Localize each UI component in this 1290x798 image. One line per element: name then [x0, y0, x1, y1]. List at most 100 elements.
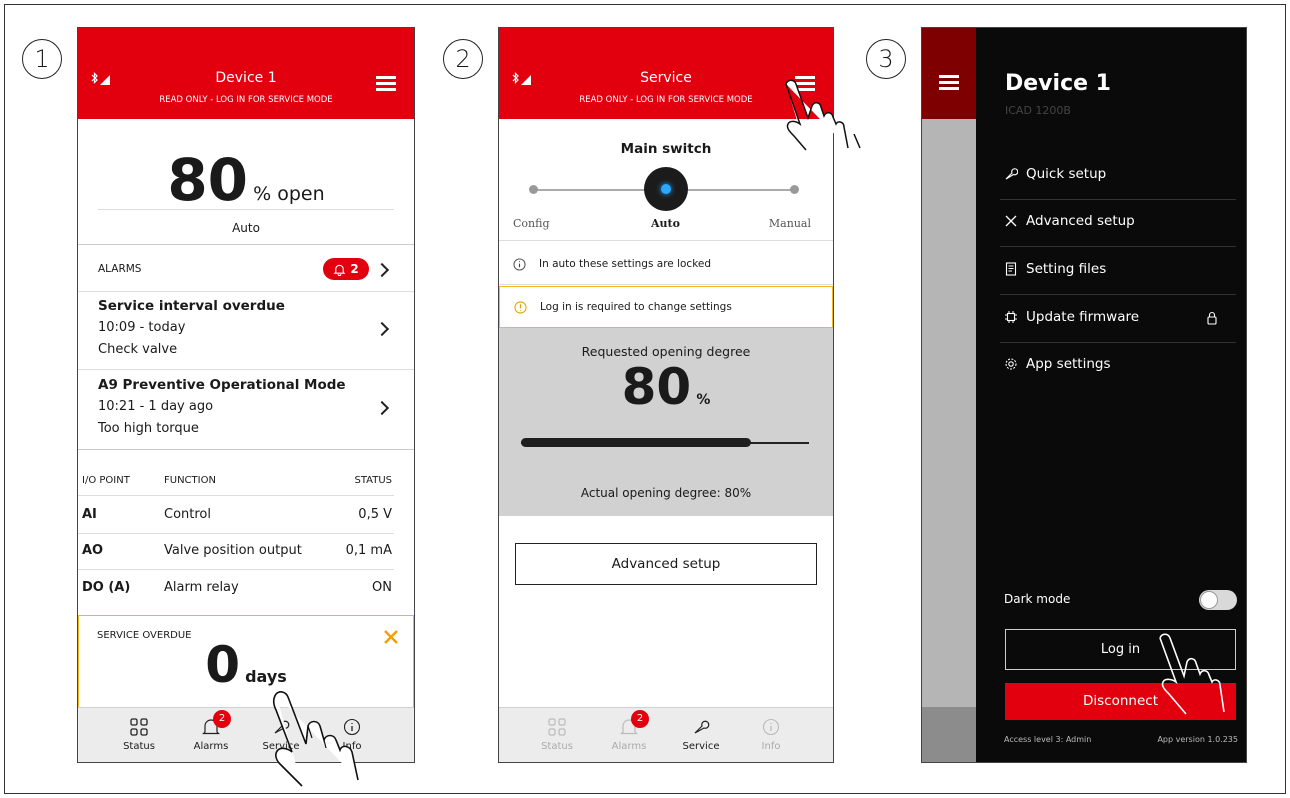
divider [78, 369, 414, 370]
chip-icon [1005, 311, 1017, 323]
tab-label: Alarms [193, 741, 229, 752]
chevron-right-icon[interactable] [374, 262, 390, 278]
tab-status[interactable]: Status [527, 716, 587, 752]
opening-readout: 80 % open [78, 146, 414, 214]
divider [78, 495, 394, 496]
strip-footer [922, 707, 976, 762]
switch-option-manual[interactable]: Manual [769, 217, 811, 230]
menu-item-app-settings[interactable]: App settings [1004, 356, 1111, 372]
io-point: AO [82, 543, 104, 558]
document-icon [1005, 262, 1017, 276]
divider [78, 244, 414, 245]
io-status: ON [372, 580, 392, 595]
io-point: DO (A) [82, 580, 131, 595]
service-days-value: 0 [205, 636, 240, 694]
menu-item-label: App settings [1026, 356, 1111, 372]
grid-icon [548, 718, 566, 736]
lock-icon [1207, 311, 1217, 325]
alarm-time: 10:21 - 1 day ago [98, 399, 214, 414]
tab-alarms[interactable]: Alarms 2 [181, 710, 241, 752]
opening-unit: % open [253, 183, 325, 205]
slider-stop-manual[interactable] [790, 185, 799, 194]
alarms-label: ALARMS [98, 263, 142, 275]
switch-option-config[interactable]: Config [513, 217, 550, 230]
switch-option-auto[interactable]: Auto [651, 217, 680, 230]
hand-pointer-icon [1159, 633, 1225, 715]
opening-progress-fill [521, 438, 752, 447]
access-level-label: Access level 3: Admin [1004, 735, 1092, 744]
dark-mode-toggle[interactable] [1199, 590, 1237, 610]
tab-alarms[interactable]: Alarms 2 [599, 710, 659, 752]
menu-item-setting-files[interactable]: Setting files [1004, 261, 1106, 277]
alarm-count: 2 [350, 262, 359, 276]
grid-icon [130, 718, 148, 736]
phone-screen-status: Device 1 READ ONLY - LOG IN FOR SERVICE … [77, 27, 415, 763]
tab-label: Info [761, 741, 781, 752]
alarm-badge: 2 [213, 710, 231, 728]
tab-label: Status [123, 741, 155, 752]
menu-item-label: Advanced setup [1026, 213, 1135, 229]
io-header-status: STATUS [354, 475, 392, 486]
locked-note: In auto these settings are locked [539, 258, 712, 270]
menu-item-advanced-setup[interactable]: Advanced setup [1004, 213, 1135, 229]
bell-icon [333, 264, 346, 276]
drawer-left-strip [922, 28, 976, 762]
io-function: Valve position output [164, 543, 302, 558]
app-version-label: App version 1.0.235 [1157, 735, 1238, 744]
hand-pointer-icon [272, 691, 359, 787]
slider-stop-config[interactable] [529, 185, 538, 194]
alarm-detail: Check valve [98, 342, 178, 357]
menu-item-label: Quick setup [1026, 166, 1107, 182]
io-point: AI [82, 507, 97, 522]
io-status: 0,1 mA [345, 543, 392, 558]
info-icon [513, 258, 526, 271]
menu-item-quick-setup[interactable]: Quick setup [1004, 166, 1106, 182]
divider [499, 240, 833, 241]
tab-service[interactable]: Service [671, 716, 731, 752]
tab-bar: Status Alarms 2 Service Info [499, 707, 833, 762]
menu-icon[interactable] [939, 75, 959, 90]
slider-knob[interactable] [644, 167, 688, 211]
knob-indicator [661, 184, 671, 194]
menu-icon[interactable] [376, 76, 396, 91]
drawer-device-model: ICAD 1200B [1005, 104, 1071, 117]
app-header: Device 1 READ ONLY - LOG IN FOR SERVICE … [78, 28, 414, 119]
chevron-right-icon[interactable] [374, 321, 390, 337]
wrench-icon [1005, 168, 1018, 180]
toggle-knob [1200, 591, 1218, 609]
alarm-detail: Too high torque [98, 421, 199, 436]
alarm-count-badge[interactable]: 2 [323, 258, 369, 280]
drawer-device-title: Device 1 [1005, 71, 1111, 96]
hand-pointer-icon [785, 79, 861, 151]
alarm-badge: 2 [631, 710, 649, 728]
gear-icon [1005, 358, 1017, 370]
divider [499, 284, 833, 285]
io-header-point: I/O POINT [82, 475, 130, 486]
divider [78, 449, 414, 450]
dark-mode-label: Dark mode [1004, 592, 1071, 606]
menu-item-update-firmware[interactable]: Update firmware [1004, 309, 1139, 325]
divider [78, 569, 394, 570]
alarm-title: Service interval overdue [98, 298, 285, 314]
io-function: Control [164, 507, 211, 522]
divider [1000, 199, 1236, 200]
divider [1000, 342, 1236, 343]
opening-degree-panel: Requested opening degree 80 % Actual ope… [499, 328, 833, 516]
login-required-text: Log in is required to change settings [540, 301, 732, 313]
step-number-3: 3 [866, 39, 906, 79]
tab-info[interactable]: Info [741, 716, 801, 752]
tab-label: Status [541, 741, 573, 752]
requested-value: 80 [621, 358, 692, 416]
strip-header [922, 28, 976, 119]
advanced-setup-button[interactable]: Advanced setup [515, 543, 817, 585]
divider [78, 533, 394, 534]
divider [1000, 246, 1236, 247]
io-header-function: FUNCTION [164, 475, 216, 486]
io-status: 0,5 V [358, 507, 392, 522]
tab-status[interactable]: Status [109, 716, 169, 752]
divider [1000, 294, 1236, 295]
chevron-right-icon[interactable] [374, 400, 390, 416]
io-function: Alarm relay [164, 580, 239, 595]
requested-label: Requested opening degree [581, 344, 751, 359]
alarm-title: A9 Preventive Operational Mode [98, 377, 346, 393]
